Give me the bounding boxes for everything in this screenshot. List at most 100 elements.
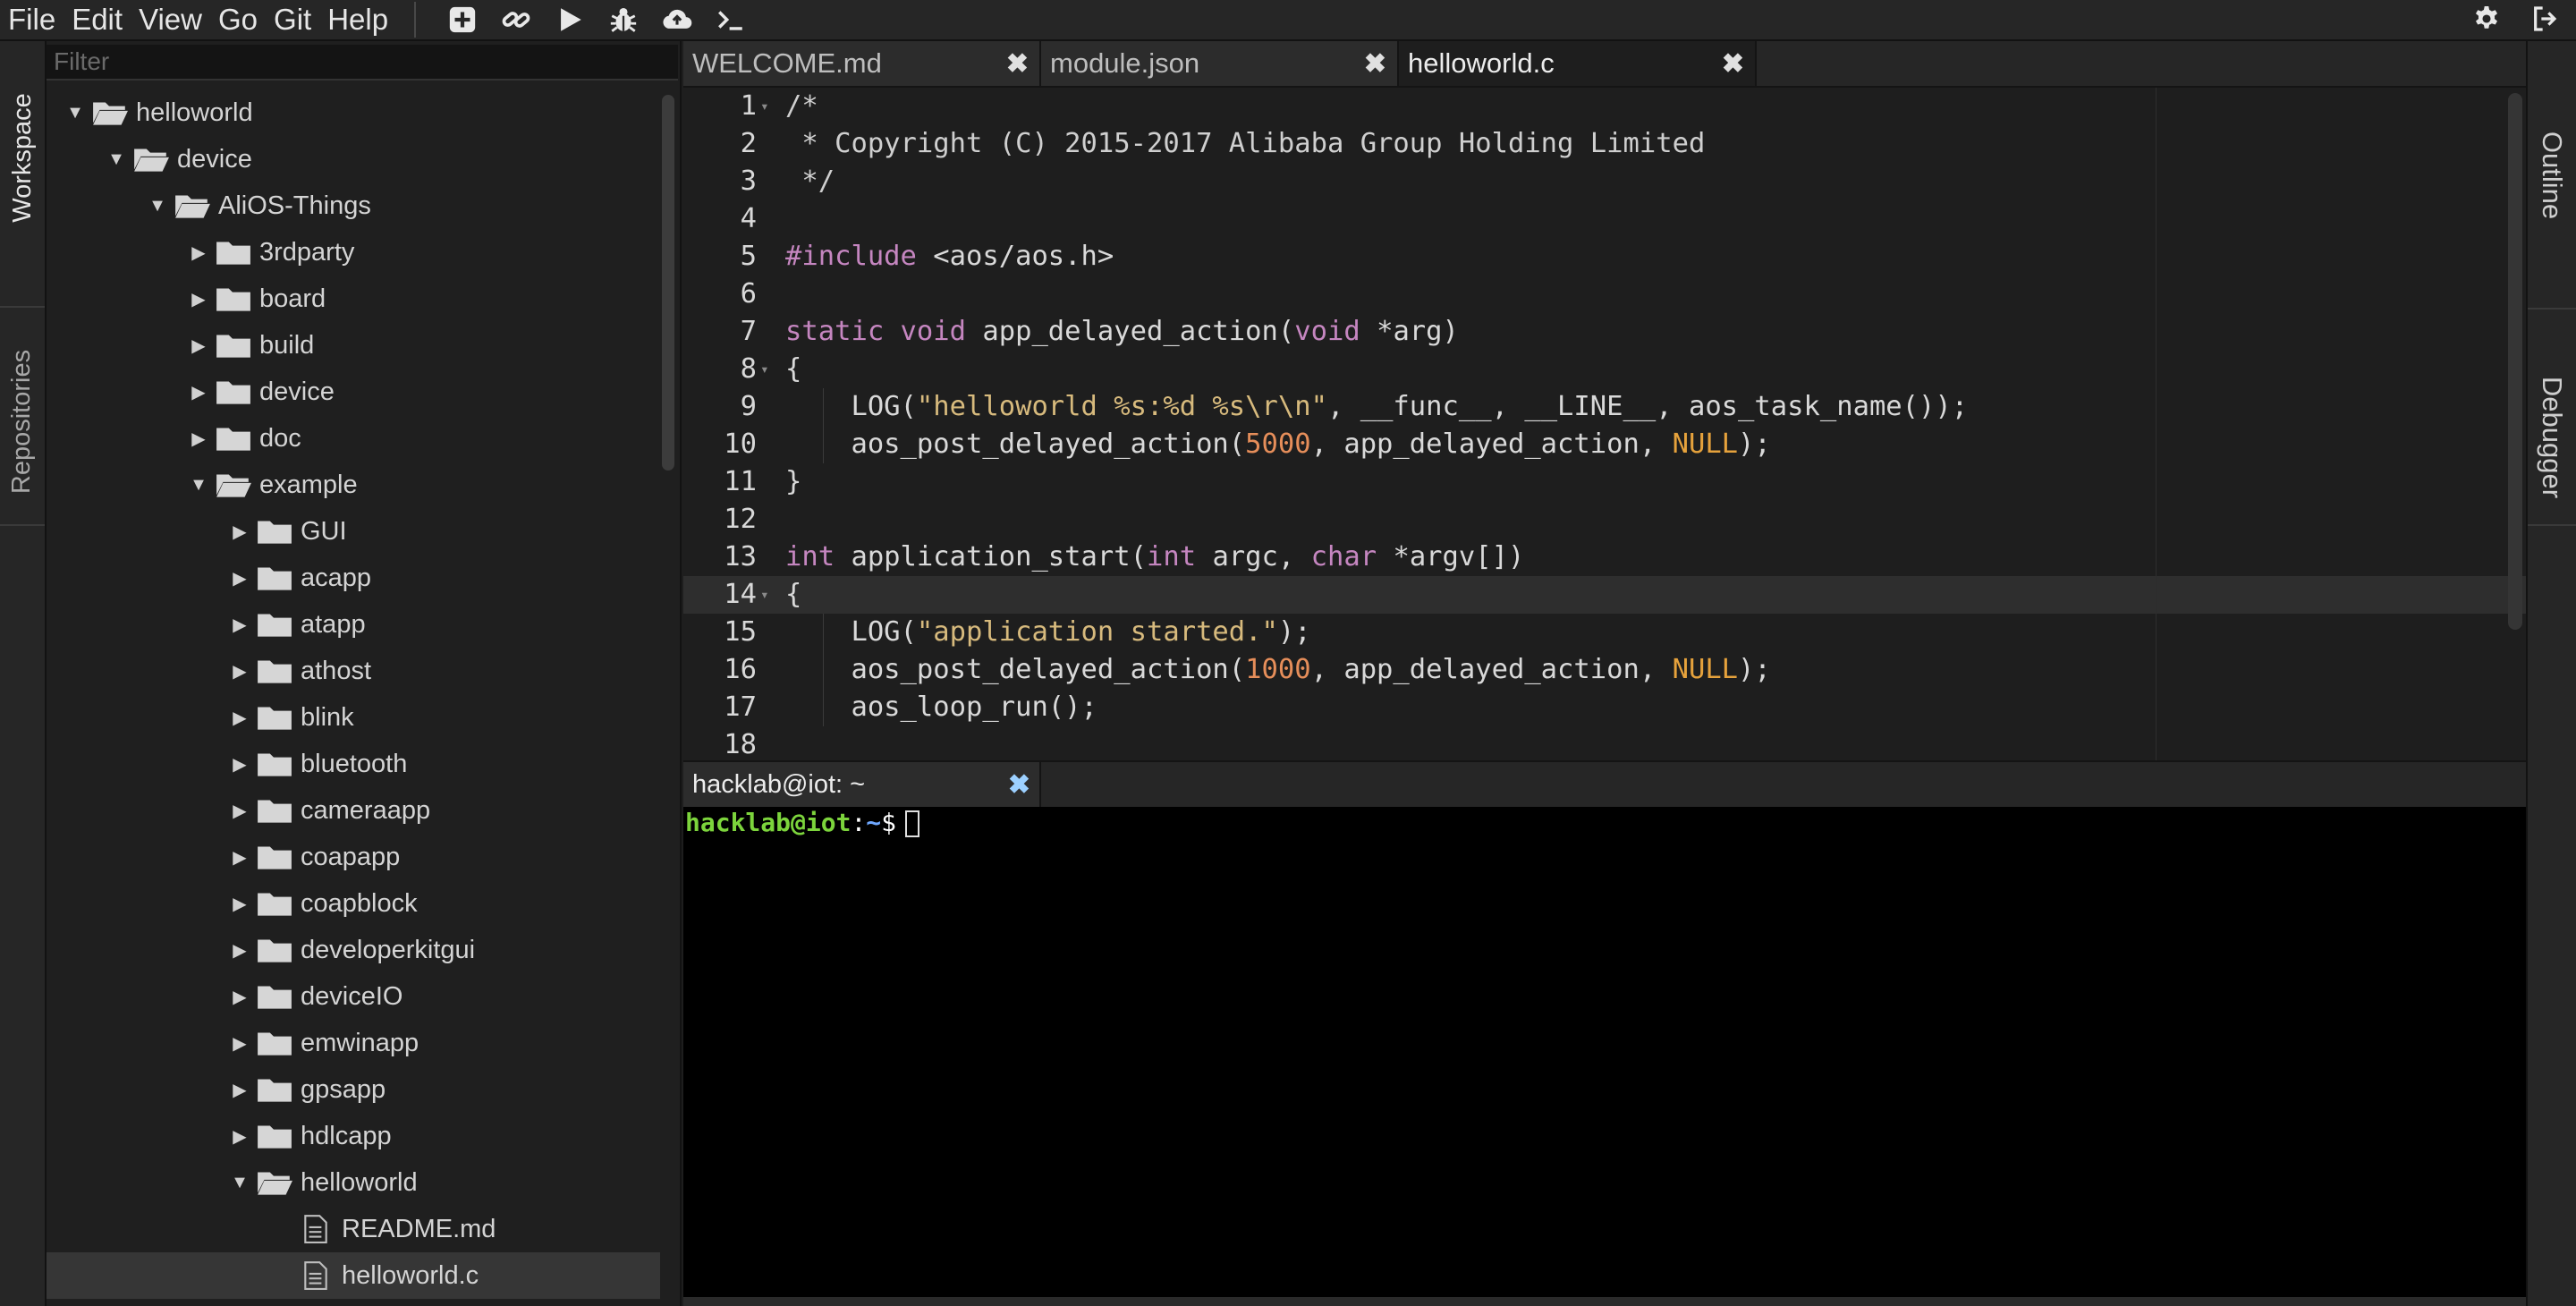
tree-folder-item[interactable]: ▼ helloworld: [47, 1159, 660, 1206]
chevron-right-icon[interactable]: ▶: [227, 927, 252, 973]
fold-toggle-icon[interactable]: ▾: [760, 88, 769, 125]
code-token: aos_post_delayed_action(: [785, 428, 1246, 460]
chevron-right-icon[interactable]: ▶: [227, 1113, 252, 1159]
logout-icon[interactable]: [2529, 4, 2558, 38]
chevron-right-icon[interactable]: ▶: [227, 973, 252, 1020]
tree-folder-item[interactable]: ▼ AliOS-Things: [47, 182, 660, 229]
chevron-right-icon[interactable]: ▶: [186, 415, 211, 462]
tree-folder-item[interactable]: ▼ device: [47, 136, 660, 182]
code-token: NULL: [1672, 654, 1739, 685]
tree-folder-item[interactable]: ▶ coapapp: [47, 834, 660, 880]
explorer-scrollbar[interactable]: [662, 95, 674, 471]
chevron-right-icon[interactable]: ▶: [186, 322, 211, 369]
chevron-down-icon[interactable]: ▼: [227, 1159, 252, 1206]
close-icon[interactable]: ✖: [1006, 48, 1029, 80]
fold-toggle-icon[interactable]: ▾: [760, 351, 769, 388]
editor-scrollbar[interactable]: [2508, 93, 2522, 630]
tree-folder-item[interactable]: ▶ atapp: [47, 601, 660, 648]
tree-folder-item[interactable]: ▶ GUI: [47, 508, 660, 555]
tree-file-item[interactable]: ▶helloworld.c: [47, 1252, 660, 1299]
tree-folder-item[interactable]: ▶ blink: [47, 694, 660, 741]
chevron-right-icon[interactable]: ▶: [227, 787, 252, 834]
folder-icon: [252, 1066, 297, 1113]
chevron-right-icon[interactable]: ▶: [227, 741, 252, 787]
tab-outline[interactable]: Outline: [2528, 41, 2576, 310]
tree-folder-item[interactable]: ▶ deviceIO: [47, 973, 660, 1020]
tab-repositories[interactable]: Repositories: [0, 310, 45, 533]
chevron-right-icon[interactable]: ▶: [227, 1020, 252, 1066]
link-icon[interactable]: [498, 2, 534, 38]
settings-icon[interactable]: [2472, 4, 2501, 38]
chevron-down-icon[interactable]: ▼: [63, 89, 88, 136]
fold-toggle-icon[interactable]: ▾: [760, 576, 769, 614]
chevron-down-icon[interactable]: ▼: [186, 462, 211, 508]
tab-terminal[interactable]: hacklab@iot: ~ ✖: [683, 762, 1041, 807]
tree-folder-item[interactable]: ▶ 3rdparty: [47, 229, 660, 276]
chevron-right-icon[interactable]: ▶: [186, 369, 211, 415]
tab-welcome-md[interactable]: WELCOME.md ✖: [683, 41, 1041, 86]
tab-helloworld-c[interactable]: helloworld.c ✖: [1399, 41, 1757, 86]
run-icon[interactable]: [552, 2, 588, 38]
tree-folder-item[interactable]: ▶ acapp: [47, 555, 660, 601]
tree-item-label: bluetooth: [301, 749, 408, 778]
menu-file[interactable]: File: [0, 0, 64, 40]
tree-folder-item[interactable]: ▶ board: [47, 276, 660, 322]
tree-folder-item[interactable]: ▼ helloworld: [47, 89, 660, 136]
code-text: LOG("application started.");: [785, 614, 1310, 651]
close-icon[interactable]: ✖: [1008, 769, 1030, 801]
chevron-right-icon[interactable]: ▶: [227, 508, 252, 555]
chevron-right-icon[interactable]: ▶: [227, 601, 252, 648]
code-editor[interactable]: 1 ▾/* 2 * Copyright (C) 2015-2017 Alibaba …: [683, 88, 2526, 760]
tree-folder-item[interactable]: ▶ cameraapp: [47, 787, 660, 834]
code-text: aos_loop_run();: [785, 689, 1097, 726]
code-line: 15 LOG("application started.");: [683, 614, 2526, 651]
debug-icon[interactable]: [606, 2, 641, 38]
tree-folder-item[interactable]: ▶ hdlcapp: [47, 1113, 660, 1159]
tree-item-label: 3rdparty: [259, 237, 355, 267]
folder-icon: [211, 369, 256, 415]
tree-folder-item[interactable]: ▶ doc: [47, 415, 660, 462]
tree-folder-item[interactable]: ▶ device: [47, 369, 660, 415]
menu-go[interactable]: Go: [210, 0, 266, 40]
line-number: 15: [724, 616, 757, 648]
chevron-right-icon[interactable]: ▶: [227, 648, 252, 694]
code-token: "helloworld %s:%d %s\r\n": [916, 391, 1327, 422]
filter-input[interactable]: [47, 45, 678, 81]
chevron-right-icon[interactable]: ▶: [186, 276, 211, 322]
chevron-right-icon[interactable]: ▶: [227, 834, 252, 880]
tree-folder-item[interactable]: ▶ athost: [47, 648, 660, 694]
tab-module-json[interactable]: module.json ✖: [1041, 41, 1399, 86]
folder-icon: [211, 276, 256, 322]
menu-help[interactable]: Help: [319, 0, 396, 40]
tree-file-item[interactable]: ▶README.md: [47, 1206, 660, 1252]
chevron-right-icon[interactable]: ▶: [227, 555, 252, 601]
code-token: void: [1294, 316, 1377, 347]
tree-folder-item[interactable]: ▶ developerkitgui: [47, 927, 660, 973]
terminal[interactable]: hacklab@iot:~$: [683, 807, 2526, 1297]
tree-folder-item[interactable]: ▼ example: [47, 462, 660, 508]
chevron-down-icon[interactable]: ▼: [145, 182, 170, 229]
tree-folder-item[interactable]: ▶ coapblock: [47, 880, 660, 927]
tree-folder-item[interactable]: ▶ bluetooth: [47, 741, 660, 787]
rail-divider: [2528, 524, 2576, 526]
chevron-down-icon[interactable]: ▼: [104, 136, 129, 182]
terminal-icon[interactable]: [713, 2, 749, 38]
bottom-scrollbar[interactable]: [683, 1297, 2526, 1306]
close-icon[interactable]: ✖: [1722, 48, 1744, 80]
tree-folder-item[interactable]: ▶ gpsapp: [47, 1066, 660, 1113]
tree-folder-item[interactable]: ▶ emwinapp: [47, 1020, 660, 1066]
chevron-right-icon[interactable]: ▶: [227, 694, 252, 741]
line-number: 18: [724, 729, 757, 760]
chevron-right-icon[interactable]: ▶: [227, 1066, 252, 1113]
menu-edit[interactable]: Edit: [64, 0, 131, 40]
menu-view[interactable]: View: [131, 0, 210, 40]
tab-workspace[interactable]: Workspace: [0, 41, 45, 274]
menu-git[interactable]: Git: [266, 0, 319, 40]
chevron-right-icon[interactable]: ▶: [186, 229, 211, 276]
close-icon[interactable]: ✖: [1364, 48, 1386, 80]
code-token: aos_post_delayed_action(: [785, 654, 1246, 685]
tree-folder-item[interactable]: ▶ build: [47, 322, 660, 369]
cloud-upload-icon[interactable]: [659, 2, 695, 38]
chevron-right-icon[interactable]: ▶: [227, 880, 252, 927]
add-file-icon[interactable]: [445, 2, 480, 38]
